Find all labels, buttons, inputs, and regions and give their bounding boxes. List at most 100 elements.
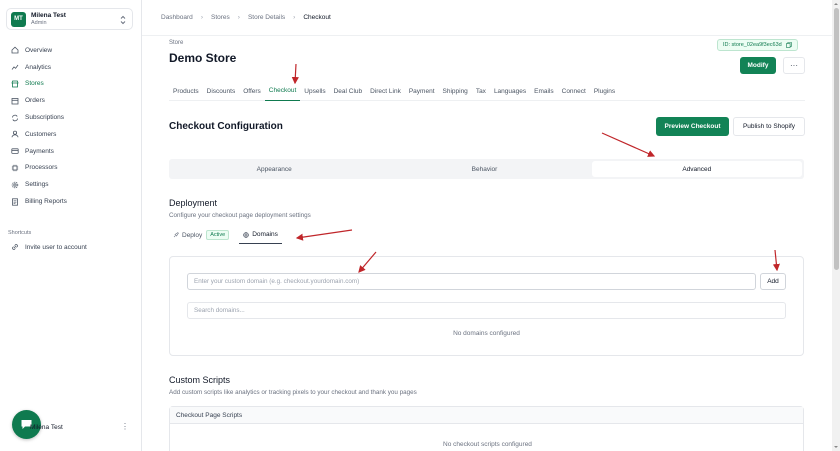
- custom-scripts-title: Custom Scripts: [169, 375, 231, 385]
- tab-languages[interactable]: Languages: [490, 81, 530, 101]
- tab-deal-club[interactable]: Deal Club: [330, 81, 367, 101]
- segment-behavior[interactable]: Behavior: [379, 159, 589, 179]
- sidebar-item-billing-reports[interactable]: Billing Reports: [0, 193, 142, 210]
- tab-upsells[interactable]: Upsells: [300, 81, 329, 101]
- breadcrumb-separator: ›: [237, 14, 240, 21]
- sidebar-item-label: Subscriptions: [25, 114, 65, 122]
- tab-payment[interactable]: Payment: [405, 81, 439, 101]
- chevron-up-down-icon: [120, 15, 126, 25]
- current-user-name: Milena Test: [30, 424, 63, 431]
- sidebar-item-payments[interactable]: Payments: [0, 143, 142, 160]
- workspace-avatar: MT: [11, 11, 26, 27]
- deployment-title: Deployment: [169, 198, 218, 208]
- tab-emails[interactable]: Emails: [530, 81, 558, 101]
- checkout-config-title: Checkout Configuration: [169, 121, 283, 132]
- breadcrumb-stores[interactable]: Stores: [211, 14, 230, 21]
- tab-shipping[interactable]: Shipping: [439, 81, 472, 101]
- workspace-switcher[interactable]: MT Milena Test Admin: [6, 8, 133, 30]
- sidebar-item-processors[interactable]: Processors: [0, 160, 142, 177]
- scroll-up-icon[interactable]: [833, 1, 839, 7]
- tab-deploy[interactable]: Deploy Active: [169, 226, 233, 244]
- tab-checkout[interactable]: Checkout: [264, 81, 301, 101]
- sidebar-item-label: Payments: [25, 147, 54, 155]
- tab-discounts[interactable]: Discounts: [203, 81, 240, 101]
- credit-card-icon: [11, 148, 19, 154]
- user-icon: [11, 131, 19, 138]
- rocket-icon: [173, 232, 179, 238]
- workspace-role: Admin: [31, 19, 47, 26]
- preview-checkout-button[interactable]: Preview Checkout: [656, 117, 729, 136]
- breadcrumb-dashboard[interactable]: Dashboard: [161, 14, 193, 21]
- modify-button[interactable]: Modify: [740, 57, 776, 74]
- tab-deploy-label: Deploy: [182, 231, 203, 239]
- checkout-scripts-table: Checkout Page Scripts No checkout script…: [169, 406, 804, 451]
- deployment-subtitle: Configure your checkout page deployment …: [169, 212, 311, 219]
- tab-domains-label: Domains: [252, 231, 278, 238]
- store-label: Store: [169, 40, 184, 46]
- home-icon: [11, 47, 19, 54]
- segment-appearance[interactable]: Appearance: [169, 159, 379, 179]
- custom-scripts-subtitle: Add custom scripts like analytics or tra…: [169, 389, 417, 396]
- breadcrumb-separator: ›: [200, 14, 203, 21]
- shortcuts-heading: Shortcuts: [8, 230, 32, 236]
- page-title: Demo Store: [169, 51, 237, 65]
- shortcut-label: Invite user to account: [25, 243, 87, 251]
- tab-connect[interactable]: Connect: [558, 81, 590, 101]
- breadcrumb-current: Checkout: [303, 14, 331, 21]
- sidebar-item-subscriptions[interactable]: Subscriptions: [0, 109, 142, 126]
- sidebar-item-overview[interactable]: Overview: [0, 42, 142, 59]
- sidebar-nav: Overview Analytics Stores Orders Subscri…: [0, 42, 142, 210]
- sidebar-item-orders[interactable]: Orders: [0, 92, 142, 109]
- sidebar-item-label: Analytics: [25, 63, 52, 71]
- tab-domains[interactable]: Domains: [239, 226, 282, 244]
- status-badge: Active: [206, 230, 230, 240]
- shortcut-invite-user[interactable]: Invite user to account: [0, 239, 142, 256]
- empty-scripts-message: No checkout scripts configured: [443, 441, 532, 448]
- segment-advanced[interactable]: Advanced: [591, 161, 802, 177]
- empty-domains-message: No domains configured: [453, 330, 520, 337]
- breadcrumb-separator: ›: [293, 14, 296, 21]
- breadcrumb-store-details[interactable]: Store Details: [248, 14, 285, 21]
- sidebar-item-analytics[interactable]: Analytics: [0, 59, 142, 76]
- workspace-info: Milena Test Admin: [31, 12, 66, 26]
- config-segmented-control: Appearance Behavior Advanced: [169, 159, 804, 179]
- more-options-button[interactable]: ···: [783, 57, 805, 74]
- add-domain-button[interactable]: Add: [760, 273, 786, 290]
- scrollbar[interactable]: [832, 0, 840, 451]
- user-menu-button[interactable]: ⋮: [121, 423, 129, 431]
- scroll-down-icon[interactable]: [833, 444, 839, 450]
- store-icon: [11, 80, 19, 88]
- breadcrumb: Dashboard › Stores › Store Details › Che…: [142, 0, 832, 36]
- report-icon: [12, 197, 18, 206]
- store-id-badge[interactable]: ID: store_02ea9f3ec63d: [717, 39, 798, 51]
- arrow-annotation-domains: [295, 229, 353, 241]
- sidebar-item-label: Customers: [25, 130, 57, 138]
- gear-icon: [11, 181, 19, 188]
- copy-icon: [785, 42, 792, 48]
- chart-line-icon: [11, 64, 19, 70]
- tab-offers[interactable]: Offers: [239, 81, 265, 101]
- box-icon: [11, 97, 19, 105]
- tab-products[interactable]: Products: [169, 81, 203, 101]
- tab-direct-link[interactable]: Direct Link: [366, 81, 405, 101]
- tab-tax[interactable]: Tax: [472, 81, 490, 101]
- globe-icon: [243, 231, 249, 238]
- publish-to-shopify-button[interactable]: Publish to Shopify: [733, 117, 805, 136]
- scroll-thumb[interactable]: [833, 8, 839, 270]
- tab-plugins[interactable]: Plugins: [590, 81, 619, 101]
- sidebar-item-stores[interactable]: Stores: [0, 76, 142, 93]
- processor-icon: [11, 164, 19, 172]
- sidebar: MT Milena Test Admin Overview Analytics …: [0, 0, 142, 451]
- sidebar-item-customers[interactable]: Customers: [0, 126, 142, 143]
- sidebar-item-label: Orders: [25, 97, 45, 105]
- arrow-annotation-advanced: [601, 132, 656, 157]
- sidebar-item-label: Settings: [25, 181, 49, 189]
- sidebar-item-settings[interactable]: Settings: [0, 176, 142, 193]
- workspace-name: Milena Test: [31, 12, 66, 20]
- link-icon: [12, 244, 18, 251]
- sidebar-item-label: Processors: [25, 164, 58, 172]
- shortcuts-list: Invite user to account: [0, 239, 142, 256]
- search-domains-input[interactable]: Search domains...: [187, 302, 786, 319]
- repeat-icon: [12, 114, 18, 121]
- custom-domain-input[interactable]: Enter your custom domain (e.g. checkout.…: [187, 273, 756, 290]
